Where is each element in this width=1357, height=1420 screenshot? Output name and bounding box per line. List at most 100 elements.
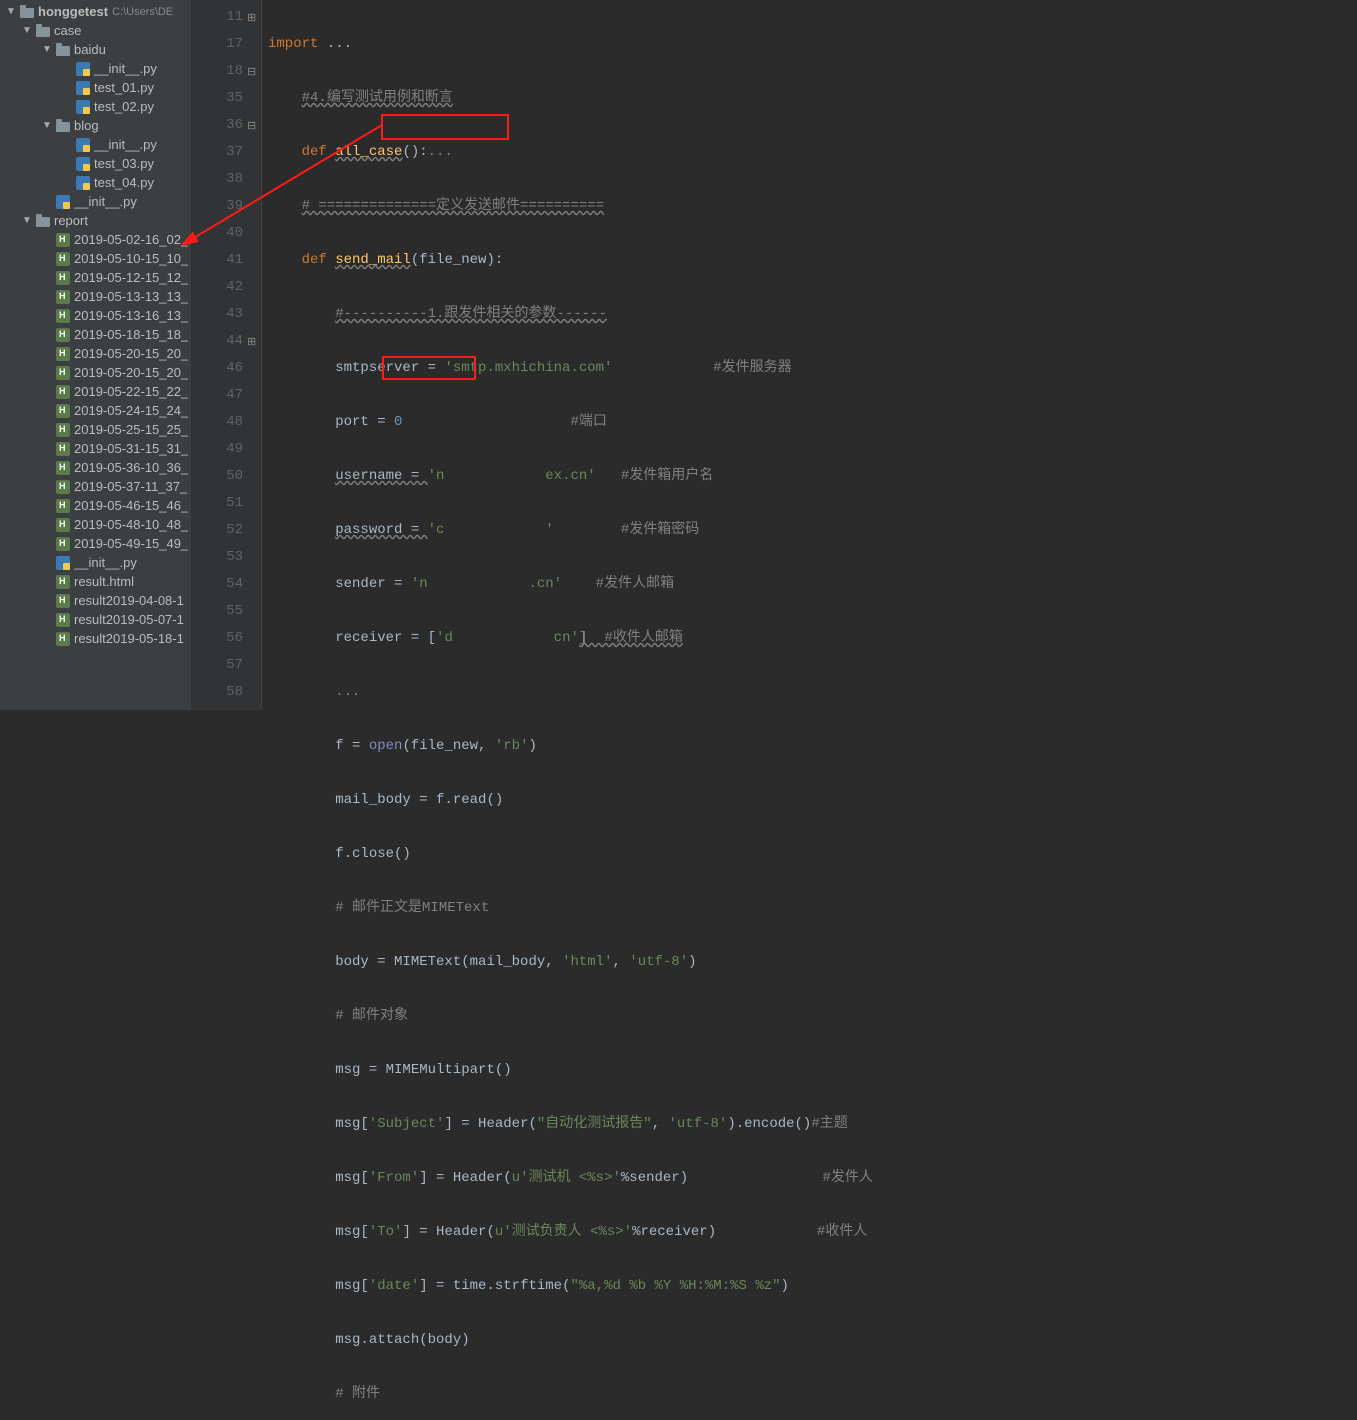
file-label: __init__.py	[74, 194, 137, 209]
comment: # 附件	[335, 1386, 380, 1402]
fold-expand-icon[interactable]: ⊞	[247, 6, 256, 33]
tree-file[interactable]: 2019-05-24-15_24_	[0, 401, 191, 420]
comment: # ==============定义发送邮件==========	[302, 198, 604, 214]
code-text: f =	[335, 738, 369, 754]
file-label: 2019-05-18-15_18_	[74, 327, 188, 342]
html-file-icon	[56, 594, 70, 608]
tree-file[interactable]: result2019-05-18-1	[0, 629, 191, 648]
python-file-icon	[76, 138, 90, 152]
tree-folder-report[interactable]: ▼ report	[0, 211, 191, 230]
code-text: mail_body = f.read()	[335, 792, 503, 808]
tree-file[interactable]: 2019-05-13-13_13_	[0, 287, 191, 306]
string: 'From'	[369, 1170, 419, 1186]
line-number: 42	[192, 274, 243, 301]
code-text: ] = time.strftime(	[419, 1278, 570, 1294]
fold-expand-icon[interactable]: ⊞	[247, 330, 256, 357]
tree-root[interactable]: ▼ honggetest C:\Users\DE	[0, 2, 191, 21]
code-text: ,	[612, 954, 629, 970]
tree-file[interactable]: 2019-05-25-15_25_	[0, 420, 191, 439]
line-number: 57	[192, 652, 243, 679]
tree-file[interactable]: 2019-05-31-15_31_	[0, 439, 191, 458]
comment: #发件人	[823, 1170, 873, 1186]
comment: # 邮件正文是MIMEText	[335, 900, 489, 916]
tree-file[interactable]: 2019-05-18-15_18_	[0, 325, 191, 344]
tree-file[interactable]: 2019-05-20-15_20_	[0, 363, 191, 382]
fold-collapse-icon[interactable]: ⊟	[247, 114, 256, 141]
code-text: msg = MIMEMultipart()	[335, 1062, 511, 1078]
string: "%a,%d %b %Y %H:%M:%S %z"	[570, 1278, 780, 1294]
string: 'utf-8'	[629, 954, 688, 970]
file-label: 2019-05-02-16_02_	[74, 232, 188, 247]
tree-file[interactable]: test_02.py	[0, 97, 191, 116]
line-number: 48	[192, 409, 243, 436]
tree-folder-blog[interactable]: ▼ blog	[0, 116, 191, 135]
tree-file[interactable]: 2019-05-22-15_22_	[0, 382, 191, 401]
tree-file[interactable]: 2019-05-02-16_02_	[0, 230, 191, 249]
tree-file[interactable]: __init__.py	[0, 135, 191, 154]
line-number: 11	[192, 4, 243, 31]
tree-file[interactable]: result2019-04-08-1	[0, 591, 191, 610]
code-content[interactable]: import ... #4.编写测试用例和断言 def all_case():.…	[262, 0, 1357, 710]
string: 'smtp.mxhichina.com'	[444, 360, 612, 376]
tree-folder-baidu[interactable]: ▼ baidu	[0, 40, 191, 59]
file-label: 2019-05-49-15_49_	[74, 536, 188, 551]
html-file-icon	[56, 328, 70, 342]
html-file-icon	[56, 575, 70, 589]
string: "自动化测试报告"	[537, 1116, 652, 1132]
tree-file[interactable]: result.html	[0, 572, 191, 591]
tree-file[interactable]: __init__.py	[0, 553, 191, 572]
tree-file[interactable]: 2019-05-10-15_10_	[0, 249, 191, 268]
tree-file[interactable]: 2019-05-20-15_20_	[0, 344, 191, 363]
tree-file[interactable]: 2019-05-12-15_12_	[0, 268, 191, 287]
python-file-icon	[76, 81, 90, 95]
tree-file[interactable]: test_03.py	[0, 154, 191, 173]
chevron-down-icon: ▼	[22, 215, 34, 226]
html-file-icon	[56, 499, 70, 513]
line-number: 39	[192, 193, 243, 220]
folder-icon	[20, 8, 34, 18]
tree-folder-case[interactable]: ▼ case	[0, 21, 191, 40]
code-text: smtpserver =	[335, 360, 444, 376]
tree-file[interactable]: test_04.py	[0, 173, 191, 192]
string: 'n ex.cn'	[428, 468, 596, 484]
code-text: msg[	[335, 1116, 369, 1132]
tree-file[interactable]: test_01.py	[0, 78, 191, 97]
string: '测试机 <%s>'	[520, 1170, 621, 1186]
tree-file[interactable]: result2019-05-07-1	[0, 610, 191, 629]
tree-file[interactable]: 2019-05-37-11_37_	[0, 477, 191, 496]
html-file-icon	[56, 290, 70, 304]
code-text: msg[	[335, 1278, 369, 1294]
folder-icon	[56, 122, 70, 132]
file-label: 2019-05-25-15_25_	[74, 422, 188, 437]
line-number: 50	[192, 463, 243, 490]
line-number: 18	[192, 58, 243, 85]
file-label: __init__.py	[94, 137, 157, 152]
fold-dots: ...	[335, 684, 360, 700]
file-label: 2019-05-37-11_37_	[74, 479, 187, 494]
comment: #端口	[402, 414, 606, 430]
code-text: port =	[335, 414, 394, 430]
file-label: test_03.py	[94, 156, 154, 171]
tree-file[interactable]: __init__.py	[0, 192, 191, 211]
fn-name: send_mail	[335, 252, 411, 268]
tree-file[interactable]: 2019-05-46-15_46_	[0, 496, 191, 515]
folder-label: case	[54, 23, 81, 38]
tree-file[interactable]: 2019-05-49-15_49_	[0, 534, 191, 553]
file-label: 2019-05-48-10_48_	[74, 517, 188, 532]
tree-file[interactable]: 2019-05-36-10_36_	[0, 458, 191, 477]
code-editor[interactable]: 1117183536373839404142434446474849505152…	[192, 0, 1357, 710]
python-file-icon	[76, 157, 90, 171]
file-label: __init__.py	[74, 555, 137, 570]
line-number: 17	[192, 31, 243, 58]
html-file-icon	[56, 233, 70, 247]
string: '测试负责人 <%s>'	[503, 1224, 632, 1240]
fold-collapse-icon[interactable]: ⊟	[247, 60, 256, 87]
line-number: 49	[192, 436, 243, 463]
tree-file[interactable]: 2019-05-13-16_13_	[0, 306, 191, 325]
tree-file[interactable]: __init__.py	[0, 59, 191, 78]
line-number: 52	[192, 517, 243, 544]
code-text: (file_new,	[402, 738, 494, 754]
tree-file[interactable]: 2019-05-48-10_48_	[0, 515, 191, 534]
file-label: 2019-05-20-15_20_	[74, 346, 188, 361]
code-text: f.close()	[335, 846, 411, 862]
